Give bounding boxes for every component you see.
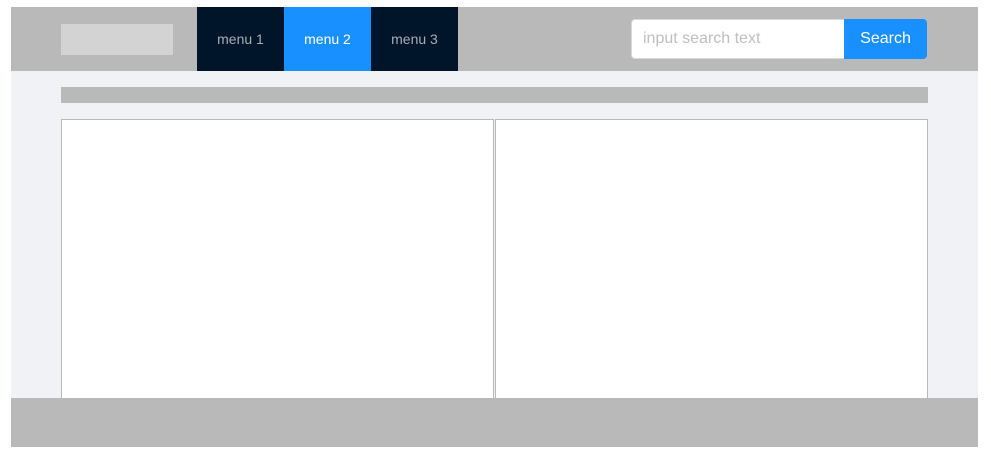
app-frame: menu 1 menu 2 menu 3 Search [11, 7, 978, 447]
logo-placeholder [61, 24, 173, 55]
footer [11, 398, 978, 447]
top-menu: menu 1 menu 2 menu 3 [197, 7, 458, 71]
menu-item-1[interactable]: menu 1 [197, 7, 284, 71]
header: menu 1 menu 2 menu 3 Search [11, 7, 978, 71]
search-button[interactable]: Search [844, 19, 927, 59]
left-panel [61, 119, 494, 399]
right-panel [495, 119, 928, 399]
menu-item-2[interactable]: menu 2 [284, 7, 371, 71]
search-input[interactable] [631, 19, 844, 59]
breadcrumb-placeholder [61, 87, 928, 103]
menu-item-3[interactable]: menu 3 [371, 7, 458, 71]
search-group: Search [631, 19, 927, 59]
content-area [61, 119, 928, 399]
